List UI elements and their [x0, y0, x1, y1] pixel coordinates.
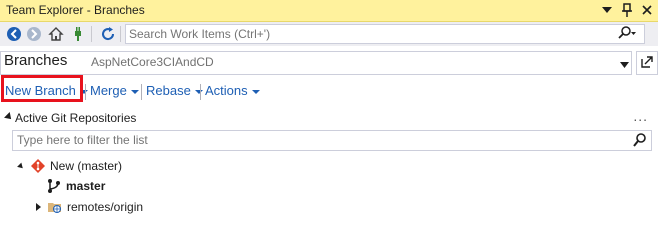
- back-icon[interactable]: [5, 25, 23, 43]
- chevron-down-icon[interactable]: [620, 57, 629, 71]
- chevron-down-icon: [130, 89, 139, 94]
- collapse-icon[interactable]: [4, 112, 14, 122]
- popout-button[interactable]: [636, 51, 658, 75]
- popout-icon: [641, 55, 653, 71]
- search-icon[interactable]: [618, 26, 636, 43]
- actions-button[interactable]: Actions: [205, 83, 260, 98]
- forward-icon[interactable]: [25, 25, 43, 43]
- section-header[interactable]: Active Git Repositories ...: [0, 108, 658, 128]
- chevron-down-icon: [194, 89, 203, 94]
- section-title: Active Git Repositories: [15, 111, 137, 125]
- git-repo-icon: [30, 158, 46, 174]
- repo-label: New (master): [50, 159, 123, 173]
- title-bar: Team Explorer - Branches: [0, 0, 658, 22]
- filter-input[interactable]: [17, 133, 617, 147]
- remote-folder-icon: [47, 199, 63, 215]
- rebase-button[interactable]: Rebase: [146, 83, 203, 98]
- highlight-box: [1, 75, 83, 102]
- dropdown-icon[interactable]: [600, 2, 614, 18]
- merge-button[interactable]: Merge: [90, 83, 139, 98]
- home-icon[interactable]: [47, 25, 65, 43]
- remote-label: remotes/origin: [67, 200, 144, 214]
- search-input[interactable]: [129, 26, 609, 41]
- merge-label: Merge: [90, 83, 127, 98]
- more-options-icon[interactable]: ...: [633, 108, 648, 124]
- search-icon[interactable]: [633, 133, 647, 150]
- branch-icon: [46, 178, 62, 194]
- page-header[interactable]: Branches AspNetCore3CIAndCD: [0, 51, 632, 75]
- page-title: Branches: [4, 52, 68, 69]
- refresh-icon[interactable]: [99, 25, 117, 43]
- page-subtitle: AspNetCore3CIAndCD: [91, 55, 214, 69]
- filter-box[interactable]: [12, 130, 652, 151]
- connect-icon[interactable]: [69, 25, 87, 43]
- pin-icon[interactable]: [620, 2, 634, 18]
- remote-node[interactable]: remotes/origin: [36, 198, 143, 216]
- rebase-label: Rebase: [146, 83, 191, 98]
- expand-icon[interactable]: [17, 162, 25, 170]
- window-title: Team Explorer - Branches: [6, 3, 145, 17]
- branch-node[interactable]: master: [46, 177, 105, 195]
- expand-icon[interactable]: [36, 203, 41, 211]
- chevron-down-icon: [251, 89, 260, 94]
- actions-label: Actions: [205, 83, 248, 98]
- search-box[interactable]: [125, 24, 645, 44]
- repo-node[interactable]: New (master): [17, 157, 123, 175]
- branch-label: master: [66, 179, 106, 193]
- close-icon[interactable]: [640, 2, 654, 18]
- action-bar: New Branch Merge Rebase Actions: [0, 78, 658, 104]
